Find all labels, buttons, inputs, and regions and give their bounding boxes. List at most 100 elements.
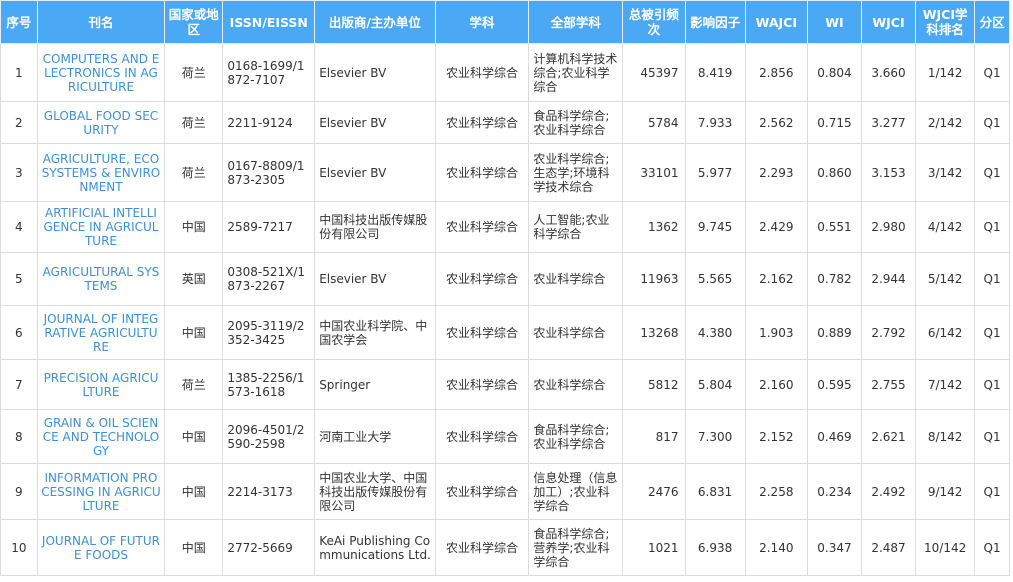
- cell-wajci: 2.152: [744, 409, 808, 464]
- cell-wjci: 2.487: [860, 519, 917, 576]
- table-body: 1 COMPUTERS AND ELECTRONICS IN AGRICULTU…: [0, 43, 1010, 576]
- journal-title-link[interactable]: INFORMATION PROCESSING IN AGRICULTURE: [36, 463, 166, 520]
- header-wi[interactable]: WI: [806, 0, 862, 44]
- journal-title-link[interactable]: ARTIFICIAL INTELLIGENCE IN AGRICULTURE: [36, 201, 166, 253]
- cell-subject: 农业科学综合: [434, 519, 530, 576]
- header-country[interactable]: 国家或地区: [164, 0, 224, 44]
- cell-wajci: 2.429: [744, 201, 808, 253]
- journal-title-link[interactable]: GLOBAL FOOD SECURITY: [36, 101, 166, 144]
- cell-wjci: 2.492: [860, 463, 917, 520]
- cell-country: 中国: [164, 409, 224, 464]
- cell-wajci: 2.162: [744, 252, 808, 306]
- cell-issn: 0168-1699/1872-7107: [222, 43, 316, 102]
- cell-wjci-rank: 3/142: [915, 143, 976, 202]
- table-row: 7 PRECISION AGRICULTURE 荷兰 1385-2256/157…: [0, 359, 1010, 410]
- header-publisher[interactable]: 出版商/主办单位: [314, 0, 436, 44]
- cell-index: 3: [0, 143, 38, 202]
- table-row: 1 COMPUTERS AND ELECTRONICS IN AGRICULTU…: [0, 43, 1010, 102]
- cell-wi: 0.551: [806, 201, 862, 253]
- cell-wjci: 3.277: [860, 101, 917, 144]
- header-journal[interactable]: 刊名: [36, 0, 166, 44]
- cell-index: 6: [0, 305, 38, 360]
- cell-citations: 45397: [622, 43, 686, 102]
- cell-publisher: Elsevier BV: [314, 43, 436, 102]
- cell-quartile: Q1: [974, 305, 1010, 360]
- cell-index: 5: [0, 252, 38, 306]
- cell-subject: 农业科学综合: [434, 101, 530, 144]
- journal-title-link[interactable]: GRAIN & OIL SCIENCE AND TECHNOLOGY: [36, 409, 166, 464]
- header-citations[interactable]: 总被引频次: [622, 0, 686, 44]
- cell-wi: 0.889: [806, 305, 862, 360]
- journal-ranking-table: 序号 刊名 国家或地区 ISSN/EISSN 出版商/主办单位 学科 全部学科 …: [0, 0, 1010, 576]
- cell-subject: 农业科学综合: [434, 463, 530, 520]
- cell-index: 1: [0, 43, 38, 102]
- cell-all-subjects: 食品科学综合;营养学;农业科学综合: [528, 519, 624, 576]
- header-index[interactable]: 序号: [0, 0, 38, 44]
- cell-publisher: KeAi Publishing Communications Ltd.: [314, 519, 436, 576]
- cell-all-subjects: 农业科学综合: [528, 252, 624, 306]
- table-row: 3 AGRICULTURE, ECOSYSTEMS & ENVIRONMENT …: [0, 143, 1010, 202]
- header-quartile[interactable]: 分区: [974, 0, 1010, 44]
- cell-subject: 农业科学综合: [434, 305, 530, 360]
- journal-title-link[interactable]: JOURNAL OF FUTURE FOODS: [36, 519, 166, 576]
- cell-wjci-rank: 2/142: [915, 101, 976, 144]
- cell-all-subjects: 计算机科学技术综合;农业科学综合: [528, 43, 624, 102]
- cell-citations: 33101: [622, 143, 686, 202]
- cell-wajci: 2.293: [744, 143, 808, 202]
- cell-wi: 0.804: [806, 43, 862, 102]
- cell-impact-factor: 7.300: [684, 409, 746, 464]
- journal-title-link[interactable]: AGRICULTURAL SYSTEMS: [36, 252, 166, 306]
- cell-country: 荷兰: [164, 43, 224, 102]
- header-issn[interactable]: ISSN/EISSN: [222, 0, 316, 44]
- cell-citations: 1362: [622, 201, 686, 253]
- cell-wjci: 3.660: [860, 43, 917, 102]
- cell-wi: 0.469: [806, 409, 862, 464]
- cell-impact-factor: 5.565: [684, 252, 746, 306]
- header-wjci-rank[interactable]: WJCI学科排名: [915, 0, 976, 44]
- cell-wajci: 1.903: [744, 305, 808, 360]
- cell-wi: 0.782: [806, 252, 862, 306]
- journal-title-link[interactable]: AGRICULTURE, ECOSYSTEMS & ENVIRONMENT: [36, 143, 166, 202]
- cell-country: 中国: [164, 463, 224, 520]
- cell-country: 荷兰: [164, 359, 224, 410]
- cell-wi: 0.234: [806, 463, 862, 520]
- cell-index: 2: [0, 101, 38, 144]
- cell-impact-factor: 5.977: [684, 143, 746, 202]
- cell-wajci: 2.258: [744, 463, 808, 520]
- cell-quartile: Q1: [974, 359, 1010, 410]
- header-all-subjects[interactable]: 全部学科: [528, 0, 624, 44]
- cell-citations: 1021: [622, 519, 686, 576]
- journal-title-link[interactable]: PRECISION AGRICULTURE: [36, 359, 166, 410]
- journal-title-link[interactable]: JOURNAL OF INTEGRATIVE AGRICULTURE: [36, 305, 166, 360]
- cell-wi: 0.347: [806, 519, 862, 576]
- header-wajci[interactable]: WAJCI: [744, 0, 808, 44]
- cell-country: 英国: [164, 252, 224, 306]
- cell-citations: 2476: [622, 463, 686, 520]
- cell-all-subjects: 食品科学综合;农业科学综合: [528, 409, 624, 464]
- cell-country: 荷兰: [164, 143, 224, 202]
- cell-publisher: Elsevier BV: [314, 143, 436, 202]
- header-impact-factor[interactable]: 影响因子: [684, 0, 746, 44]
- cell-citations: 5812: [622, 359, 686, 410]
- cell-quartile: Q1: [974, 519, 1010, 576]
- cell-all-subjects: 人工智能;农业科学综合: [528, 201, 624, 253]
- cell-citations: 5784: [622, 101, 686, 144]
- table-row: 5 AGRICULTURAL SYSTEMS 英国 0308-521X/1873…: [0, 252, 1010, 306]
- journal-title-link[interactable]: COMPUTERS AND ELECTRONICS IN AGRICULTURE: [36, 43, 166, 102]
- cell-wjci-rank: 10/142: [915, 519, 976, 576]
- cell-wjci-rank: 4/142: [915, 201, 976, 253]
- cell-subject: 农业科学综合: [434, 359, 530, 410]
- cell-publisher: Elsevier BV: [314, 101, 436, 144]
- cell-index: 4: [0, 201, 38, 253]
- cell-citations: 13268: [622, 305, 686, 360]
- cell-wi: 0.715: [806, 101, 862, 144]
- header-subject[interactable]: 学科: [434, 0, 530, 44]
- cell-impact-factor: 9.745: [684, 201, 746, 253]
- cell-subject: 农业科学综合: [434, 201, 530, 253]
- cell-index: 7: [0, 359, 38, 410]
- header-wjci[interactable]: WJCI: [860, 0, 917, 44]
- cell-wjci-rank: 5/142: [915, 252, 976, 306]
- cell-country: 中国: [164, 305, 224, 360]
- table-row: 8 GRAIN & OIL SCIENCE AND TECHNOLOGY 中国 …: [0, 409, 1010, 464]
- cell-wjci: 2.792: [860, 305, 917, 360]
